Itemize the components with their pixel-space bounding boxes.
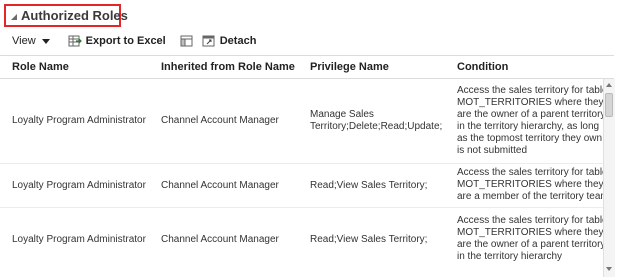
- condition-line: are a member of the territory team: [457, 191, 603, 202]
- column-header-role-name[interactable]: Role Name: [12, 61, 69, 73]
- section-title: Authorized Roles: [21, 8, 128, 23]
- inherited-role-cell: Channel Account Manager: [161, 115, 279, 126]
- condition-line: in the territory hierarchy, as long: [457, 121, 600, 132]
- export-to-excel-label: Export to Excel: [85, 35, 166, 47]
- view-menu-label: View: [12, 35, 36, 47]
- scroll-down-icon[interactable]: [606, 267, 612, 271]
- detach-button[interactable]: Detach: [202, 35, 257, 47]
- condition-line: as the topmost territory they own: [457, 133, 603, 144]
- privilege-cell: Read;View Sales Territory;: [310, 234, 440, 246]
- condition-line: MOT_TERRITORIES where they: [457, 97, 603, 108]
- role-name-cell: Loyalty Program Administrator: [12, 180, 146, 191]
- column-header-condition[interactable]: Condition: [457, 61, 508, 73]
- column-header-inherited-role[interactable]: Inherited from Role Name: [161, 61, 295, 73]
- condition-line: Access the sales territory for table: [457, 167, 603, 178]
- column-header-privilege-name[interactable]: Privilege Name: [310, 61, 389, 73]
- privilege-cell: Manage Sales Territory;Delete;Read;Updat…: [310, 109, 443, 133]
- scroll-up-icon[interactable]: [606, 83, 612, 87]
- view-menu-button[interactable]: View: [12, 35, 50, 47]
- condition-line: Access the sales territory for table: [457, 85, 603, 96]
- table-header: Role Name Inherited from Role Name Privi…: [0, 56, 614, 78]
- export-excel-icon: [68, 35, 82, 47]
- detach-label: Detach: [219, 35, 257, 47]
- table-body: Loyalty Program Administrator Channel Ac…: [0, 79, 603, 277]
- inherited-role-cell: Channel Account Manager: [161, 234, 279, 245]
- chevron-down-icon: [41, 38, 50, 44]
- freeze-button[interactable]: [180, 35, 194, 47]
- inherited-role-cell: Channel Account Manager: [161, 180, 279, 191]
- condition-line: MOT_TERRITORIES where they: [457, 227, 603, 238]
- detach-icon: [202, 35, 215, 47]
- condition-line: are the owner of a parent territory: [457, 239, 603, 250]
- scrollbar-thumb[interactable]: [605, 93, 613, 117]
- vertical-scrollbar[interactable]: [603, 79, 615, 277]
- privilege-cell: Read;View Sales Territory;: [310, 180, 440, 192]
- table-row[interactable]: Loyalty Program Administrator Channel Ac…: [0, 79, 603, 165]
- condition-line: are the owner of a parent territory: [457, 109, 603, 120]
- condition-line: is not submitted: [457, 145, 528, 156]
- freeze-columns-icon: [180, 35, 193, 47]
- condition-line: in the territory hierarchy: [457, 251, 563, 262]
- condition-cell: Access the sales territory for table MOT…: [457, 215, 603, 263]
- privilege-line: Read;View Sales Territory;: [310, 234, 428, 245]
- condition-line: Access the sales territory for table: [457, 215, 603, 226]
- export-to-excel-button[interactable]: Export to Excel: [68, 35, 166, 47]
- role-name-cell: Loyalty Program Administrator: [12, 234, 146, 245]
- table-toolbar: View Export to Excel Detach: [12, 32, 256, 50]
- privilege-line: Manage Sales: [310, 109, 374, 120]
- table-row[interactable]: Loyalty Program Administrator Channel Ac…: [0, 208, 603, 277]
- privilege-line: Read;View Sales Territory;: [310, 180, 428, 191]
- condition-line: MOT_TERRITORIES where they: [457, 179, 603, 190]
- table-row[interactable]: Loyalty Program Administrator Channel Ac…: [0, 164, 603, 214]
- role-name-cell: Loyalty Program Administrator: [12, 115, 146, 126]
- condition-cell: Access the sales territory for table MOT…: [457, 167, 603, 203]
- privilege-line: Territory;Delete;Read;Update;: [310, 121, 443, 132]
- authorized-roles-header[interactable]: Authorized Roles: [4, 4, 128, 27]
- collapse-triangle-icon[interactable]: [11, 14, 17, 20]
- condition-cell: Access the sales territory for table MOT…: [457, 85, 603, 157]
